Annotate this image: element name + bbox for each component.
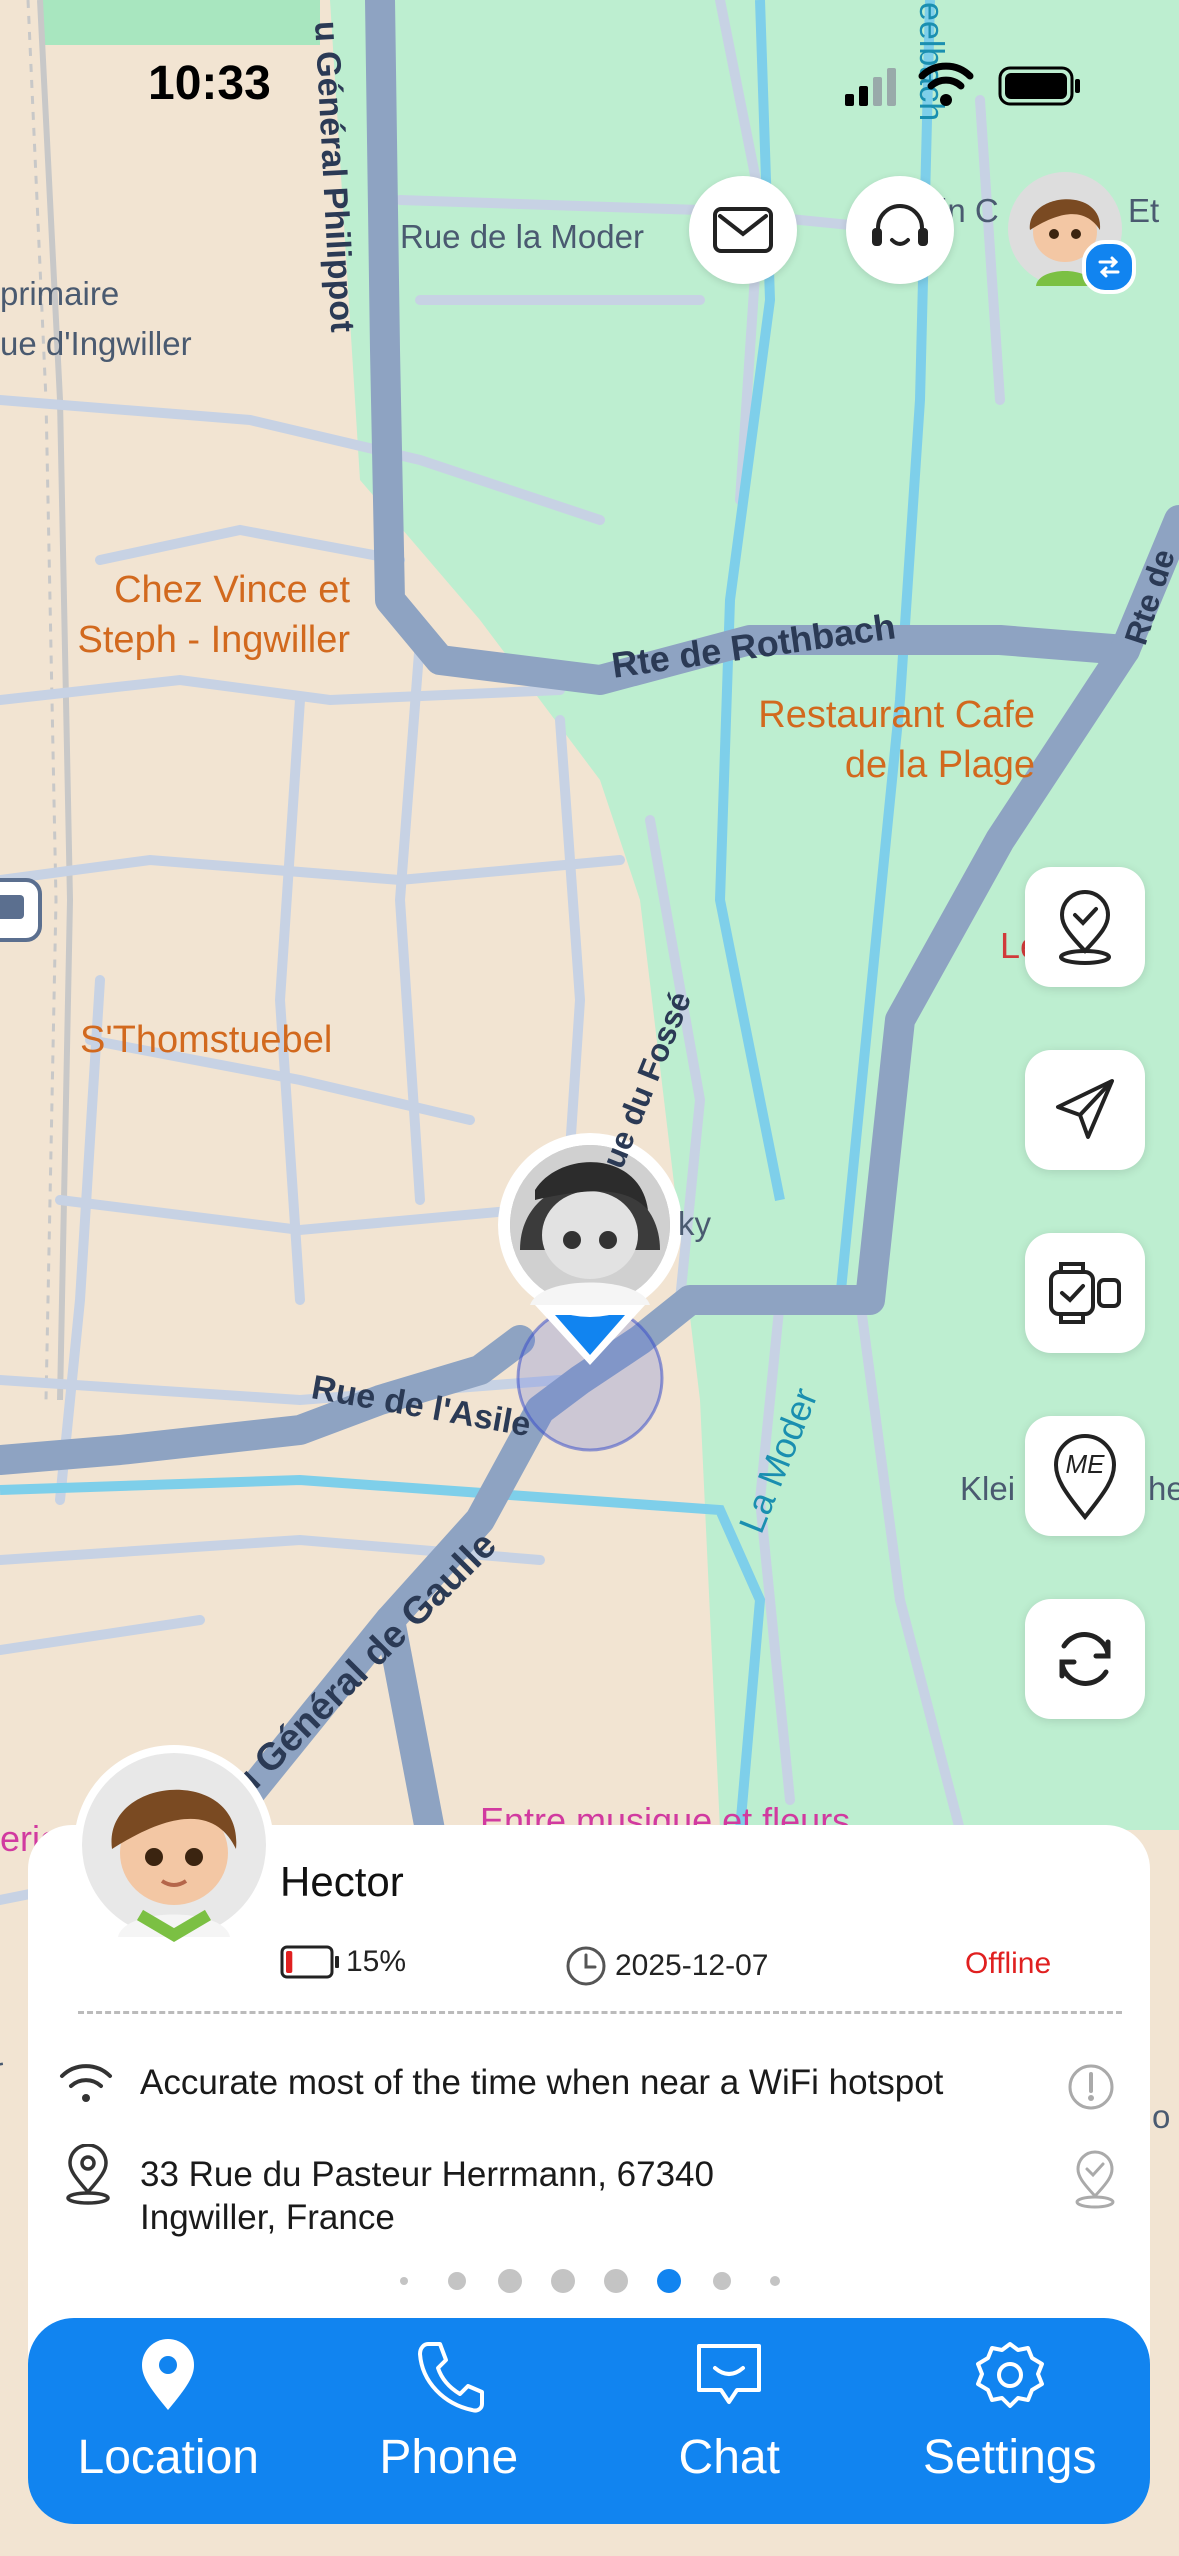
status-bar: 10:33	[0, 0, 1179, 170]
address-line2: Ingwiller, France	[140, 2198, 395, 2237]
watch-icon	[1049, 1262, 1121, 1324]
watch-button[interactable]	[1025, 1233, 1145, 1353]
avatar	[82, 1753, 266, 1942]
verified-location-icon[interactable]	[1072, 2150, 1118, 2210]
accuracy-note: Accurate most of the time when near a Wi…	[140, 2063, 944, 2102]
last-update-date: 2025-12-07	[615, 1949, 769, 1982]
geofence-button[interactable]	[1025, 867, 1145, 987]
tab-location[interactable]: Location	[28, 2318, 309, 2524]
label-et: Et	[1128, 192, 1160, 229]
tab-settings-label: Settings	[923, 2431, 1097, 2484]
info-alert-icon[interactable]	[1066, 2062, 1116, 2112]
page-dot[interactable]	[713, 2272, 731, 2290]
refresh-button[interactable]	[1025, 1599, 1145, 1719]
page-dot-active[interactable]	[657, 2269, 681, 2293]
last-update: 2025-12-07	[565, 1945, 768, 1987]
label-ingwiller: ue d'Ingwiller	[0, 325, 192, 362]
poi-sthomstuebel[interactable]: S'Thomstuebel	[80, 1015, 332, 1065]
page-dot[interactable]	[400, 2277, 408, 2285]
battery-percent: 15%	[346, 1945, 407, 1978]
divider	[78, 2011, 1122, 2014]
address-line1: 33 Rue du Pasteur Herrmann, 67340	[140, 2155, 714, 2194]
label-he: he	[1148, 1470, 1179, 1507]
clock-icon	[566, 1946, 606, 1986]
page-dot[interactable]	[551, 2269, 575, 2293]
refresh-icon	[1059, 1632, 1111, 1686]
address-text: 33 Rue du Pasteur Herrmann, 67340 Ingwil…	[140, 2153, 714, 2239]
address-pin-icon	[66, 2144, 110, 2205]
label-primaire: primaire	[0, 275, 120, 312]
tab-phone-label: Phone	[379, 2431, 519, 2484]
battery-info: 15%	[280, 1945, 406, 1979]
poi-restaurant[interactable]: Restaurant Cafe de la Plage	[735, 690, 1035, 790]
tab-location-label: Location	[77, 2431, 259, 2484]
road-label-moder: Rue de la Moder	[400, 218, 644, 255]
me-pin-icon: ME	[1050, 1431, 1120, 1521]
my-location-button[interactable]: ME	[1025, 1416, 1145, 1536]
messages-button[interactable]	[689, 176, 797, 284]
status-time: 10:33	[148, 57, 271, 110]
tab-chat[interactable]: Chat	[589, 2318, 870, 2524]
envelope-icon	[713, 207, 773, 253]
tab-bar: Location Phone Chat Settings	[28, 2318, 1150, 2524]
tab-settings[interactable]: Settings	[870, 2318, 1151, 2524]
cellular-signal-icon	[845, 68, 896, 106]
page-dot[interactable]	[604, 2269, 628, 2293]
me-label: ME	[1065, 1449, 1105, 1479]
chat-icon	[697, 2344, 762, 2404]
gear-icon	[975, 2342, 1044, 2408]
poi-chez-vince[interactable]: Chez Vince et Steph - Ingwiller	[55, 565, 350, 665]
headset-icon	[872, 204, 928, 246]
page-dot[interactable]	[498, 2269, 522, 2293]
page-dot[interactable]	[448, 2272, 466, 2290]
send-button[interactable]	[1025, 1050, 1145, 1170]
swap-badge[interactable]	[1082, 240, 1136, 294]
support-button[interactable]	[846, 176, 954, 284]
label-ky: ky	[678, 1205, 711, 1242]
label-klei: Klei	[960, 1470, 1016, 1507]
switch-device-avatar[interactable]	[1008, 172, 1136, 294]
wifi-accuracy-icon	[60, 2064, 112, 2102]
battery-status-icon	[998, 66, 1080, 106]
device-avatar[interactable]	[74, 1745, 274, 1945]
location-pin-icon	[142, 2339, 195, 2410]
page-dot[interactable]	[770, 2276, 780, 2286]
label-o: o	[1152, 2098, 1171, 2135]
battery-low-icon	[280, 1945, 339, 1979]
paper-plane-icon	[1056, 1079, 1114, 1139]
tab-phone[interactable]: Phone	[309, 2318, 590, 2524]
status-badge: Offline	[965, 1947, 1052, 1980]
tab-chat-label: Chat	[678, 2431, 780, 2484]
wifi-icon	[918, 62, 974, 106]
device-name: Hector	[280, 1858, 404, 1905]
swap-icon	[1098, 256, 1120, 278]
page-indicator[interactable]	[0, 2266, 1179, 2296]
geofence-check-icon	[1059, 890, 1111, 965]
phone-icon	[417, 2342, 484, 2413]
